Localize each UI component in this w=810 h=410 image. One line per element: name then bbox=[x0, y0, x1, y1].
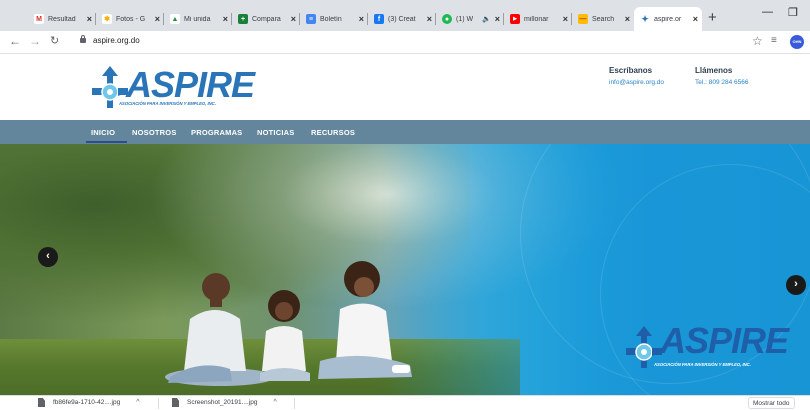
close-tab-icon[interactable]: × bbox=[359, 14, 364, 24]
restore-icon[interactable]: ❐ bbox=[788, 6, 798, 19]
tab-title: Compara bbox=[252, 15, 281, 23]
browser-tab[interactable]: ● (1) W 🔈 × bbox=[436, 7, 504, 31]
docs-icon: ≡ bbox=[306, 14, 316, 24]
slider-next-button[interactable]: › bbox=[786, 275, 806, 295]
nav-item-programas[interactable]: PROGRAMAS bbox=[191, 128, 242, 137]
speaker-icon: 🔈 bbox=[482, 16, 491, 23]
close-tab-icon[interactable]: × bbox=[495, 14, 500, 24]
tab-title: Search bbox=[592, 15, 615, 23]
tab-title: Mi unida bbox=[184, 15, 211, 23]
download-filename: fb86fe9a-1710-42....jpg bbox=[53, 399, 121, 406]
hero-family-photo bbox=[165, 261, 412, 386]
logo-tagline: ASOCIACIÓN PARA INVERSIÓN Y EMPLEO, INC. bbox=[119, 101, 216, 106]
address-bar: ← → ↻ aspire.org.do ☆ ≡ OHN bbox=[0, 31, 810, 54]
tab-title: (1) W bbox=[456, 15, 474, 23]
download-item[interactable]: Screenshot_20191....jpg ^ bbox=[172, 398, 277, 407]
browser-tab[interactable]: f (3) Creat × bbox=[368, 7, 436, 31]
photos-icon: ✱ bbox=[102, 14, 112, 24]
close-tab-icon[interactable]: × bbox=[563, 14, 568, 24]
gmail-icon: M bbox=[34, 14, 44, 24]
tab-title: millonar bbox=[524, 15, 549, 23]
sheets-icon: + bbox=[238, 14, 248, 24]
youtube-icon: ▶ bbox=[510, 14, 520, 24]
hero-slider: ASPIRE ASOCIACIÓN PARA INVERSIÓN Y EMPLE… bbox=[0, 144, 810, 395]
chevron-up-icon[interactable]: ^ bbox=[273, 399, 276, 406]
browser-tab[interactable]: ✱ Fotos - G × bbox=[96, 7, 164, 31]
bookmark-star-icon[interactable]: ☆ bbox=[752, 34, 763, 48]
chevron-up-icon[interactable]: ^ bbox=[136, 399, 139, 406]
close-tab-icon[interactable]: × bbox=[693, 14, 698, 24]
aspire-favicon-icon: ✦ bbox=[640, 13, 650, 24]
close-tab-icon[interactable]: × bbox=[625, 14, 630, 24]
main-nav: INICIO NOSOTROS PROGRAMAS NOTICIAS RECUR… bbox=[0, 120, 810, 144]
minimize-icon[interactable]: — bbox=[762, 6, 773, 18]
browser-tab[interactable]: ▲ Mi unida × bbox=[164, 7, 232, 31]
site-header: ASPIRE ASOCIACIÓN PARA INVERSIÓN Y EMPLE… bbox=[0, 54, 810, 120]
tab-title: Boletín bbox=[320, 15, 342, 23]
tab-title: (3) Creat bbox=[388, 15, 416, 23]
facebook-icon: f bbox=[374, 14, 384, 24]
browser-tab[interactable]: — Search × bbox=[572, 7, 634, 31]
download-separator bbox=[158, 398, 159, 409]
tab-title: Resultad bbox=[48, 15, 76, 23]
new-tab-button[interactable]: + bbox=[708, 10, 717, 26]
reload-icon[interactable]: ↻ bbox=[50, 34, 59, 48]
nav-item-nosotros[interactable]: NOSOTROS bbox=[132, 128, 177, 137]
forward-icon[interactable]: → bbox=[29, 34, 41, 48]
search-engine-icon: — bbox=[578, 14, 588, 24]
whatsapp-icon: ● bbox=[442, 14, 452, 24]
hero-logo-wordmark: ASPIRE bbox=[660, 320, 789, 361]
show-all-downloads-button[interactable]: Mostrar todo bbox=[748, 397, 795, 409]
download-separator bbox=[294, 398, 295, 409]
nav-item-noticias[interactable]: NOTICIAS bbox=[257, 128, 294, 137]
browser-tab[interactable]: ▶ millonar × bbox=[504, 7, 572, 31]
lock-icon[interactable] bbox=[80, 35, 86, 43]
close-tab-icon[interactable]: × bbox=[87, 14, 92, 24]
nav-active-indicator bbox=[86, 141, 127, 143]
phone-link[interactable]: Tel.: 809 284 6566 bbox=[695, 79, 749, 86]
close-tab-icon[interactable]: × bbox=[427, 14, 432, 24]
email-title: Escríbanos bbox=[609, 66, 653, 75]
reading-list-icon[interactable]: ≡ bbox=[771, 35, 777, 46]
browser-tab-active[interactable]: ✦ aspire.or × bbox=[634, 7, 702, 31]
browser-tab-strip: M Resultad × ✱ Fotos - G × ▲ Mi unida × … bbox=[0, 0, 810, 31]
file-icon bbox=[172, 398, 179, 407]
phone-title: Llámenos bbox=[695, 66, 733, 75]
nav-item-recursos[interactable]: RECURSOS bbox=[311, 128, 355, 137]
logo-wordmark: ASPIRE bbox=[126, 64, 255, 105]
hero-logo-tagline: ASOCIACIÓN PARA INVERSIÓN Y EMPLEO, INC. bbox=[654, 362, 751, 367]
close-tab-icon[interactable]: × bbox=[291, 14, 296, 24]
browser-tab[interactable]: + Compara × bbox=[232, 7, 300, 31]
slider-prev-button[interactable]: ‹ bbox=[38, 247, 58, 267]
drive-icon: ▲ bbox=[170, 14, 180, 24]
download-filename: Screenshot_20191....jpg bbox=[187, 399, 258, 406]
download-item[interactable]: fb86fe9a-1710-42....jpg ^ bbox=[38, 398, 140, 407]
email-link[interactable]: info@aspire.org.do bbox=[609, 79, 664, 86]
close-tab-icon[interactable]: × bbox=[155, 14, 160, 24]
url-field[interactable]: aspire.org.do bbox=[93, 36, 140, 45]
browser-tab[interactable]: ≡ Boletín × bbox=[300, 7, 368, 31]
file-icon bbox=[38, 398, 45, 407]
tab-title: Fotos - G bbox=[116, 15, 146, 23]
nav-item-inicio[interactable]: INICIO bbox=[91, 128, 115, 137]
download-shelf: fb86fe9a-1710-42....jpg ^ Screenshot_201… bbox=[0, 395, 810, 410]
profile-avatar[interactable]: OHN bbox=[790, 35, 804, 49]
back-icon[interactable]: ← bbox=[9, 34, 21, 48]
browser-tab[interactable]: M Resultad × bbox=[28, 7, 96, 31]
tab-title: aspire.or bbox=[654, 15, 682, 23]
close-tab-icon[interactable]: × bbox=[223, 14, 228, 24]
